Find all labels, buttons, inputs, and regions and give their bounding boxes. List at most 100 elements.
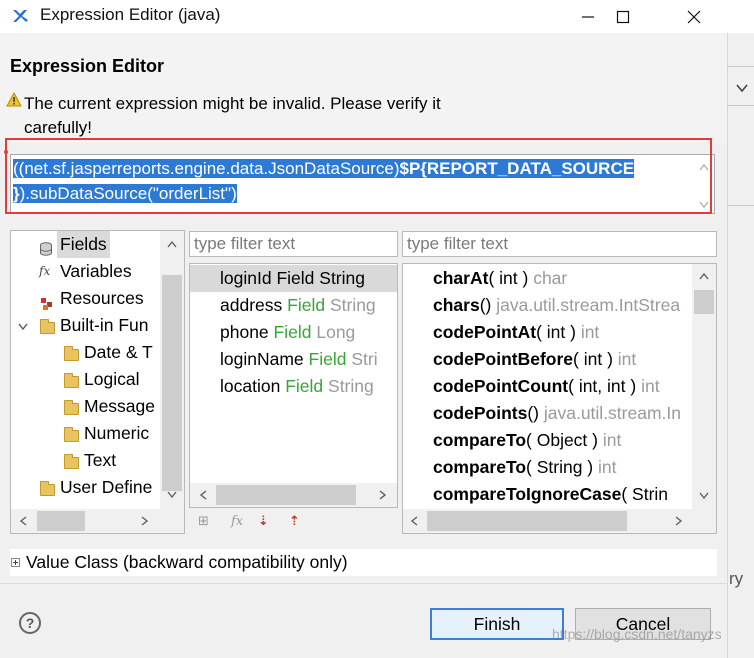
chevron-left-icon	[200, 490, 207, 500]
method-row[interactable]: codePointBefore( int ) int	[403, 346, 636, 373]
tree-item-label: Built-in Fun	[60, 315, 149, 335]
sort-ascending-icon[interactable]: ⇣	[258, 514, 269, 529]
chevron-down-icon	[699, 492, 709, 499]
fields-filter-input[interactable]: type filter text	[189, 231, 398, 257]
field-row[interactable]: address Field String	[190, 292, 376, 319]
method-params: ()	[527, 403, 539, 423]
field-name: loginId	[220, 268, 272, 288]
field-type: String	[319, 268, 365, 288]
method-name: codePoints	[433, 403, 528, 423]
add-variable-icon[interactable]: fx	[231, 514, 243, 529]
expression-parameter-close: }	[13, 184, 20, 203]
chevron-left-icon	[411, 516, 418, 526]
scrollbar-thumb[interactable]	[162, 275, 182, 491]
resources-icon	[40, 292, 54, 319]
method-return-type: int	[617, 349, 637, 369]
fields-list[interactable]: loginId Field String address Field Strin…	[189, 263, 398, 508]
method-name: chars	[433, 295, 480, 315]
field-type: String	[329, 295, 376, 315]
method-params: ( int, int )	[568, 376, 637, 396]
categories-vertical-scrollbar[interactable]	[160, 231, 184, 509]
field-name: location	[220, 376, 281, 396]
warning-message: The current expression might be invalid.…	[24, 92, 524, 140]
minimize-icon	[582, 15, 594, 18]
field-row[interactable]: loginName Field Stri	[190, 346, 378, 373]
methods-horizontal-scrollbar[interactable]	[403, 509, 716, 533]
scrollbar-thumb[interactable]	[216, 485, 356, 505]
method-params: ( Strin	[621, 484, 669, 504]
folder-icon	[64, 454, 79, 469]
field-row[interactable]: phone Field Long	[190, 319, 355, 346]
method-name: codePointBefore	[433, 349, 574, 369]
fields-horizontal-scrollbar[interactable]	[190, 483, 397, 507]
categories-tree[interactable]: Fields fx Variables Resources Built-in F…	[10, 230, 185, 534]
methods-filter-input[interactable]: type filter text	[402, 231, 717, 257]
method-return-type: java.util.stream.IntStrea	[496, 295, 681, 315]
chevron-left-icon	[20, 516, 27, 526]
method-row[interactable]: charAt( int ) char	[403, 265, 567, 292]
chevron-right-icon	[379, 490, 386, 500]
method-row[interactable]: codePoints() java.util.stream.In	[403, 400, 681, 427]
warning-icon	[6, 92, 22, 107]
method-row[interactable]: compareToIgnoreCase( Strin	[403, 481, 668, 508]
folder-icon	[64, 400, 79, 415]
finish-button[interactable]: Finish	[430, 608, 564, 640]
chevron-down-icon	[736, 84, 748, 93]
field-name: loginName	[220, 349, 304, 369]
scrollbar-thumb[interactable]	[427, 511, 627, 531]
strip-divider	[727, 205, 754, 206]
field-row[interactable]: loginId Field String	[190, 265, 397, 292]
method-row[interactable]: codePointAt( int ) int	[403, 319, 599, 346]
expression-text: ((net.sf.jasperreports.engine.data.JsonD…	[13, 159, 400, 178]
folder-icon	[40, 319, 55, 334]
method-params: ( int )	[488, 268, 529, 288]
method-name: compareToIgnoreCase	[433, 484, 622, 504]
expression-text: ).subDataSource("orderList")	[19, 184, 237, 203]
field-name: address	[220, 295, 283, 315]
expression-line-1: ((net.sf.jasperreports.engine.data.JsonD…	[13, 158, 693, 180]
error-marker	[4, 150, 8, 154]
help-button[interactable]: ?	[19, 612, 41, 634]
categories-horizontal-scrollbar[interactable]	[11, 509, 184, 533]
tree-item-label: User Define	[60, 477, 153, 497]
chevron-right-icon	[675, 516, 682, 526]
method-return-type: char	[533, 268, 568, 288]
methods-vertical-scrollbar[interactable]	[692, 264, 716, 509]
add-field-icon[interactable]: ⊞	[198, 514, 209, 529]
tree-item-label: Variables	[60, 261, 132, 281]
field-row[interactable]: location Field String	[190, 373, 374, 400]
tree-item-label: Fields	[57, 231, 110, 258]
warning-line-1: The current expression might be invalid.…	[24, 94, 441, 113]
close-button[interactable]	[671, 0, 717, 33]
methods-list[interactable]: charAt( int ) char chars() java.util.stre…	[402, 263, 717, 534]
maximize-icon	[616, 10, 630, 23]
method-row[interactable]: codePointCount( int, int ) int	[403, 373, 660, 400]
window-title: Expression Editor (java)	[40, 5, 221, 24]
method-return-type: int	[580, 322, 600, 342]
tree-item-label: Text	[84, 450, 117, 470]
field-kind: Field	[287, 295, 326, 315]
footer-divider	[0, 583, 727, 584]
field-kind: Field	[273, 322, 312, 342]
value-class-section[interactable]: Value Class (backward compatibility only…	[10, 549, 717, 576]
expand-plus-icon[interactable]	[11, 558, 20, 567]
tree-item-label: Numeric	[84, 423, 150, 443]
method-row[interactable]: compareTo( String ) int	[403, 454, 617, 481]
fx-icon: fx	[39, 264, 51, 278]
method-row[interactable]: chars() java.util.stream.IntStrea	[403, 292, 680, 319]
expression-text-area[interactable]: ((net.sf.jasperreports.engine.data.JsonD…	[10, 154, 715, 214]
maximize-button[interactable]	[600, 0, 646, 33]
folder-icon	[40, 481, 55, 496]
background-window-strip: ry	[727, 33, 754, 658]
method-name: charAt	[433, 268, 489, 288]
field-type: Long	[316, 322, 356, 342]
field-name: phone	[220, 322, 269, 342]
expression-scrollbar[interactable]	[694, 155, 714, 213]
method-return-type: int	[602, 430, 622, 450]
method-row[interactable]: compareTo( Object ) int	[403, 427, 621, 454]
strip-divider	[727, 105, 754, 106]
scrollbar-thumb[interactable]	[694, 290, 714, 314]
method-params: ( Object )	[526, 430, 598, 450]
sort-descending-icon[interactable]: ⇡	[289, 514, 300, 529]
scrollbar-thumb[interactable]	[37, 511, 85, 531]
